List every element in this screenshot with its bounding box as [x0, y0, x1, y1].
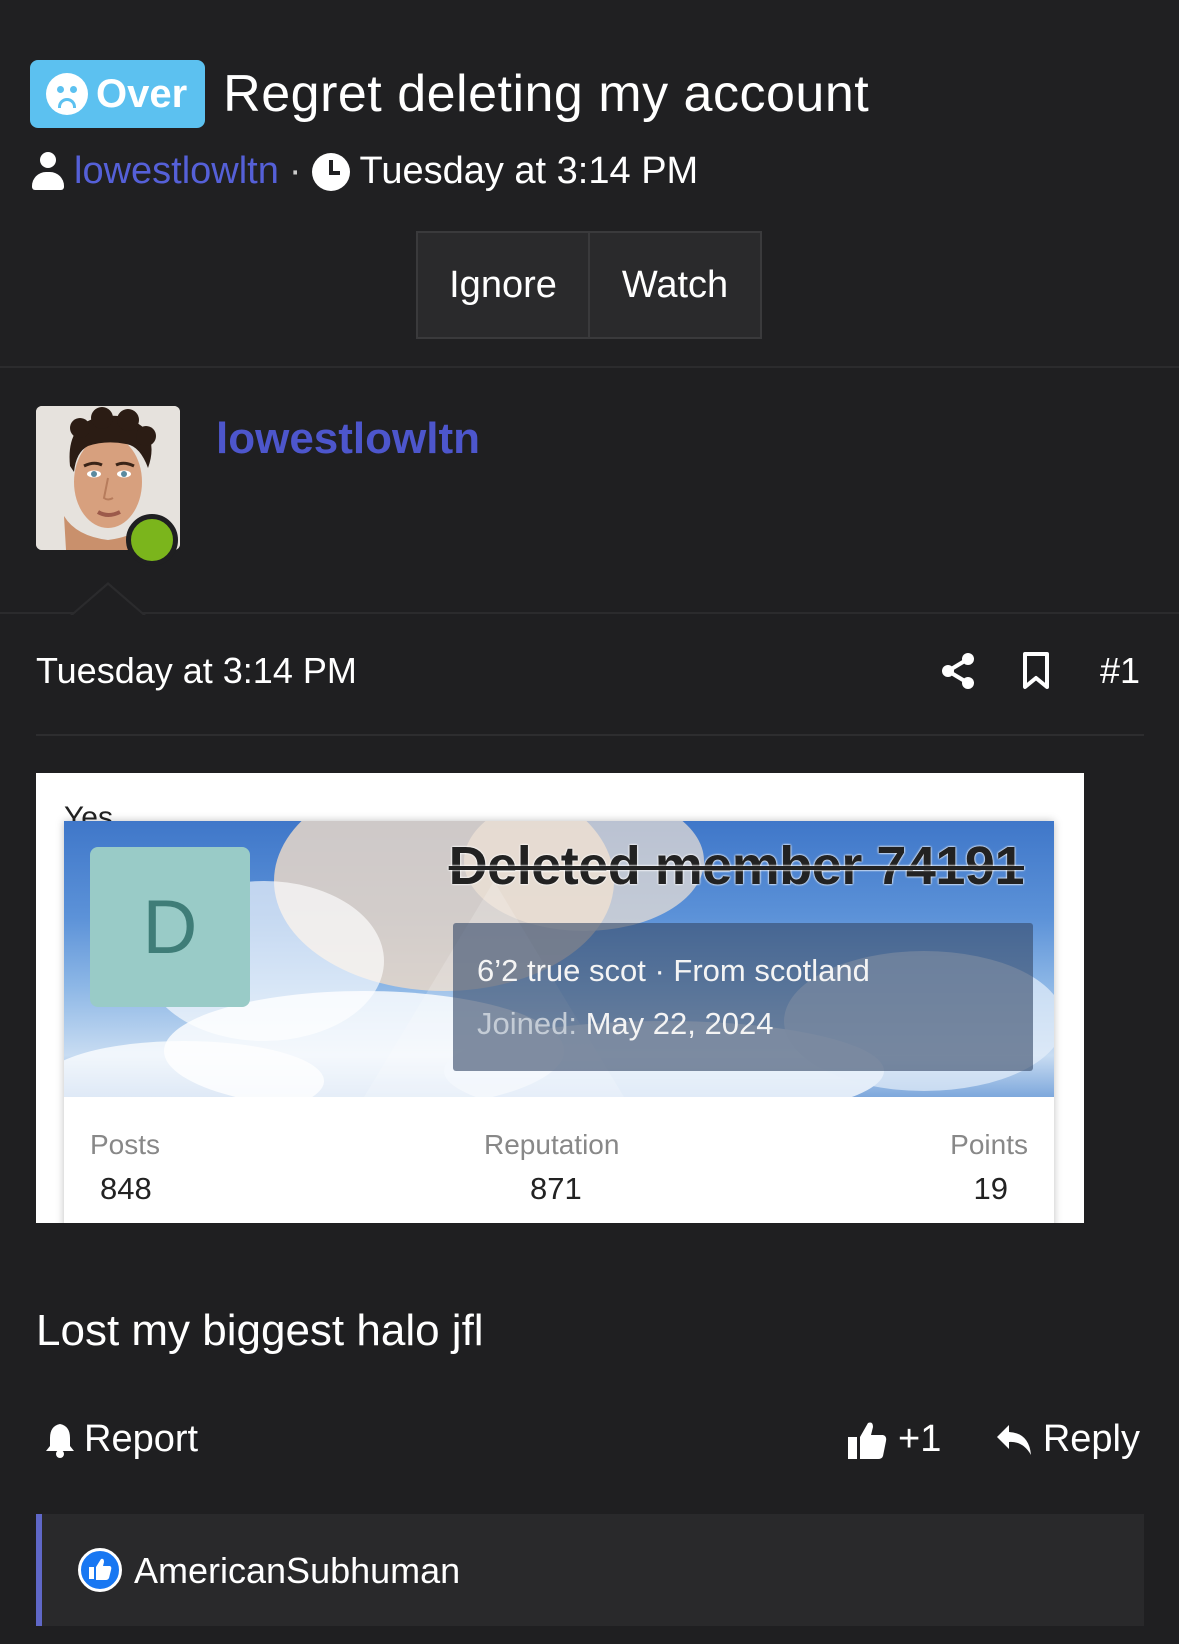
like-reaction-icon — [78, 1548, 122, 1592]
meta-separator: · — [288, 150, 302, 192]
thread-action-buttons: Ignore Watch — [416, 231, 762, 339]
thread-author-link[interactable]: lowestlowltn — [74, 150, 279, 193]
online-status-indicator — [126, 514, 178, 566]
stat-posts-label: Posts — [90, 1129, 161, 1160]
ignore-button[interactable]: Ignore — [418, 233, 590, 337]
share-icon[interactable] — [940, 652, 976, 690]
reply-icon — [996, 1424, 1031, 1455]
member-card: D Deleted member 74191 6’2 true scot · F… — [64, 821, 1054, 1223]
stat-posts: Posts 848 — [90, 1129, 160, 1207]
stat-reputation-label: Reputation — [484, 1129, 620, 1160]
member-stats: Posts 848 Reputation 871 Points 19 — [64, 1097, 1054, 1223]
user-icon — [30, 151, 66, 192]
joined-label: Joined: — [477, 1006, 577, 1041]
stat-reputation: Reputation 871 — [484, 1129, 619, 1207]
bell-icon — [46, 1423, 74, 1458]
reply-button[interactable]: Reply — [995, 1418, 1140, 1461]
watch-button[interactable]: Watch — [590, 233, 760, 337]
frown-icon — [46, 73, 88, 115]
prefix-label: Over — [96, 71, 188, 116]
report-label: Report — [84, 1418, 199, 1460]
title-row: Over Regret deleting my account — [30, 60, 869, 128]
thread-title: Regret deleting my account — [223, 65, 870, 123]
thread-header: Over Regret deleting my account lowestlo… — [0, 0, 1179, 368]
stat-reputation-value: 871 — [530, 1171, 582, 1206]
thumbs-up-icon — [848, 1422, 887, 1459]
reply-label: Reply — [1042, 1418, 1140, 1460]
stat-posts-value: 848 — [100, 1171, 152, 1206]
post-number[interactable]: #1 — [1100, 650, 1140, 692]
post-body: Lost my biggest halo jfl — [36, 1306, 484, 1355]
post-user-block: lowestlowltn — [0, 370, 1179, 616]
thread-time[interactable]: Tuesday at 3:14 PM — [360, 150, 699, 193]
member-info-box: 6’2 true scot · From scotland Joined: Ma… — [453, 923, 1033, 1071]
stat-points-value: 19 — [973, 1171, 1008, 1206]
prefix-badge[interactable]: Over — [30, 60, 206, 128]
joined-date: May 22, 2024 — [585, 1006, 774, 1041]
post-username[interactable]: lowestlowltn — [216, 414, 480, 464]
pointer-arrow — [70, 582, 146, 616]
member-tagline: 6’2 true scot · From scotland — [477, 953, 870, 988]
embedded-screenshot[interactable]: Yes D Deleted member 74191 6’2 true scot… — [36, 773, 1084, 1223]
post-date[interactable]: Tuesday at 3:14 PM — [36, 650, 357, 692]
like-button[interactable]: +1 — [846, 1418, 941, 1461]
report-button[interactable]: Report — [44, 1418, 198, 1461]
like-count: +1 — [898, 1418, 942, 1460]
reactions-bar[interactable]: AmericanSubhuman — [36, 1514, 1144, 1626]
thread-meta: lowestlowltn · Tuesday at 3:14 PM — [30, 150, 698, 193]
post-meta: Tuesday at 3:14 PM #1 — [36, 650, 1144, 736]
deleted-member-avatar: D — [90, 847, 250, 1007]
card-banner: D Deleted member 74191 6’2 true scot · F… — [64, 821, 1054, 1097]
deleted-member-name: Deleted member 74191 — [448, 836, 1025, 896]
post-actions: Report +1 Reply — [36, 1414, 1144, 1474]
stat-points-label: Points — [950, 1129, 1028, 1160]
member-joined: Joined: May 22, 2024 — [477, 1006, 773, 1042]
stat-points: Points 19 — [950, 1129, 1028, 1207]
clock-icon — [311, 152, 350, 191]
reaction-user-link[interactable]: AmericanSubhuman — [134, 1550, 460, 1592]
bookmark-icon[interactable] — [1022, 652, 1050, 690]
